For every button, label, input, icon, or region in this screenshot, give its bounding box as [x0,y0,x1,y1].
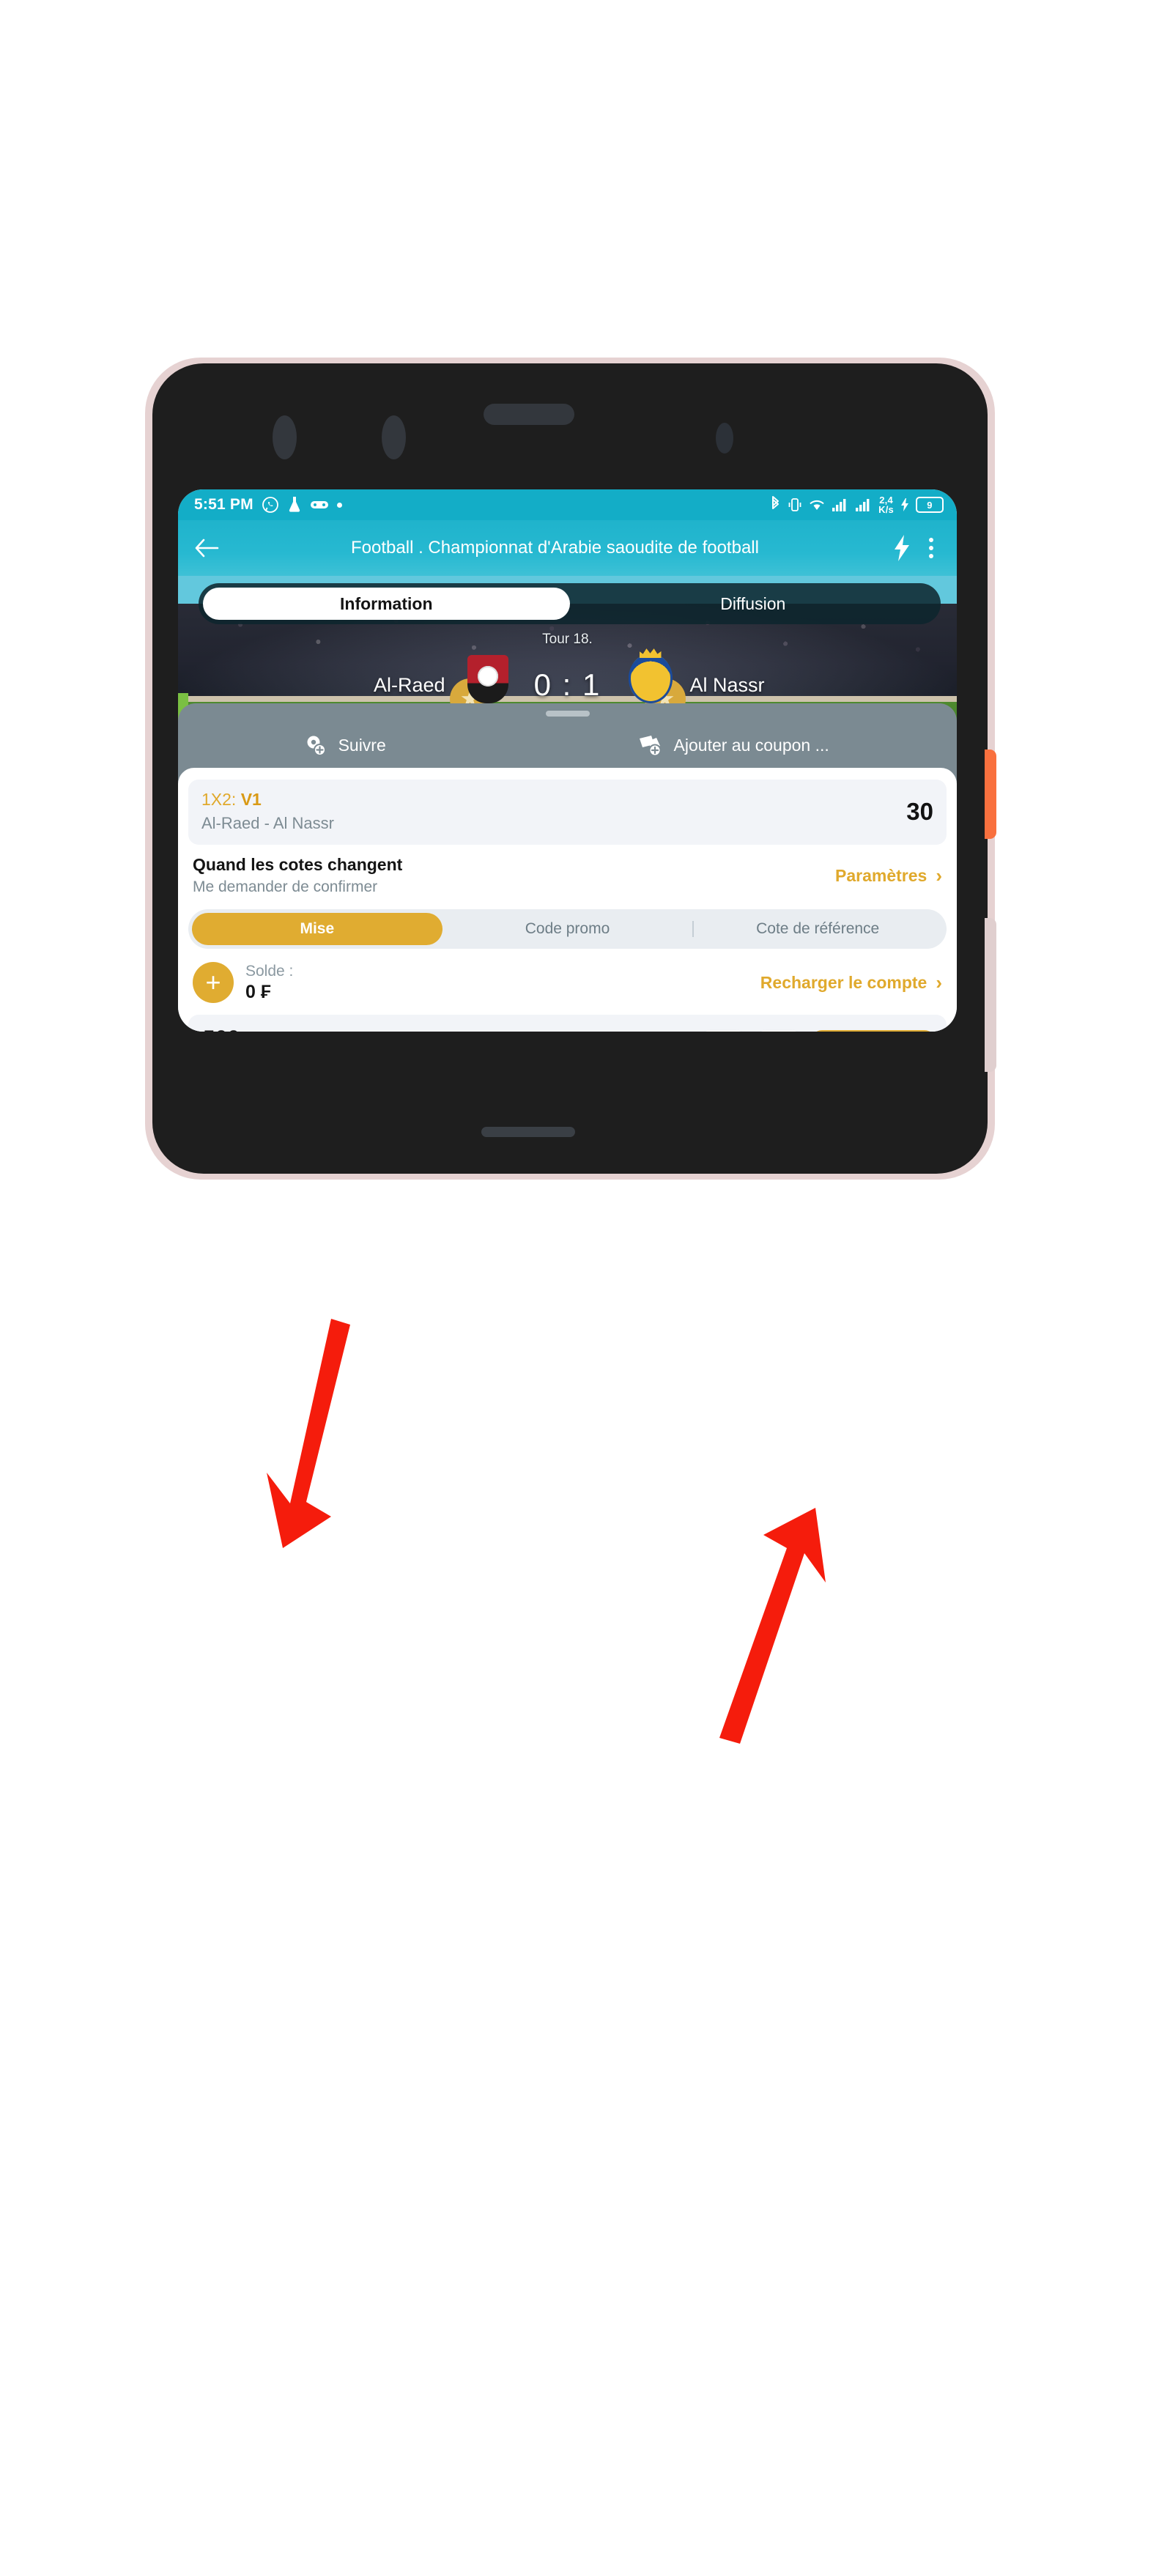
bet-mode-segmented-control: Mise Code promo Cote de référence [188,909,947,949]
tab-information[interactable]: Information [203,588,570,620]
battery-indicator: 9 [916,497,944,513]
follow-match-button[interactable]: Suivre [178,733,509,758]
odds-settings-label: Paramètres [835,865,927,885]
segment-code-promo[interactable]: Code promo [443,913,693,945]
whatsapp-icon [262,496,279,514]
stake-controls-row: De 90 ₣ à 452000 ₣ − + PARI [200,1025,935,1032]
tab-diffusion[interactable]: Diffusion [570,588,937,620]
plus-circle-icon[interactable]: + [193,962,234,1003]
odds-change-texts: Quand les cotes changent Me demander de … [193,855,402,896]
vibrate-icon [788,496,802,514]
sheet-action-bar: Suivre Ajouter au coupon ... [178,722,957,768]
topup-account-link[interactable]: Recharger le compte › [760,971,942,994]
network-speed-indicator: 2,4 K/s [878,495,894,514]
coupon-add-icon [637,733,665,758]
app-bar: Football . Championnat d'Arabie saoudite… [178,520,957,576]
selected-bet-info: 1X2: V1 Al-Raed - Al Nassr [201,790,334,833]
gamepad-icon [310,498,329,511]
status-bar: 5:51 PM 2,4 K/s 9 [178,489,957,520]
match-round-label: Tour 18. [542,632,593,647]
topup-label: Recharger le compte [760,972,927,992]
al-raed-crest-icon [467,655,508,703]
odds-change-title: Quand les cotes changent [193,855,403,874]
flask-icon [287,495,302,514]
place-bet-button[interactable]: PARI [812,1030,935,1032]
status-bar-clock: 5:51 PM [194,496,253,513]
stake-input[interactable] [200,1025,690,1032]
stake-field: De 90 ₣ à 452000 ₣ [200,1025,690,1032]
power-button[interactable] [985,750,996,839]
stake-decrement-button[interactable]: − [700,1030,746,1032]
add-to-coupon-button[interactable]: Ajouter au coupon ... [509,733,957,758]
match-score: 0 : 1 [533,667,601,702]
back-arrow-icon[interactable] [193,534,221,562]
dot-icon [336,502,342,508]
bet-bottom-sheet: Suivre Ajouter au coupon ... 1X2: V1 Al-… [178,703,957,1032]
screenshot-canvas: 5:51 PM 2,4 K/s 9 Football . Championnat… [0,0,1159,2576]
follow-label: Suivre [338,735,386,755]
section-tabs: Information Diffusion [199,583,941,624]
wifi-icon [808,497,826,512]
network-speed-unit: K/s [878,504,894,515]
charging-bolt-icon [900,497,910,512]
phone-screen: 5:51 PM 2,4 K/s 9 Football . Championnat… [178,489,957,1032]
bet-slip-panel: 1X2: V1 Al-Raed - Al Nassr 30 Quand les … [178,768,957,1032]
arrow-to-stake-input [267,1319,350,1548]
earpiece-speaker [484,404,574,425]
odds-settings-link[interactable]: Paramètres › [835,865,942,887]
page-title: Football . Championnat d'Arabie saoudite… [351,538,759,558]
bet-market-label: 1X2: V1 [201,790,334,810]
balance-value: 0 ₣ [245,981,271,1002]
al-nassr-crest-icon [628,654,673,703]
signal-sim1-icon [832,497,849,512]
kebab-menu-icon[interactable] [922,538,941,558]
stake-increment-button[interactable]: + [756,1030,801,1032]
stake-box: De 90 ₣ à 452000 ₣ − + PARI Somme totale… [188,1015,947,1032]
chevron-right-icon: › [936,864,942,887]
front-camera-lens-1 [273,415,297,459]
selected-bet-card[interactable]: 1X2: V1 Al-Raed - Al Nassr 30 [188,780,947,845]
balance-row: + Solde : 0 ₣ Recharger le compte › [178,949,957,1010]
front-camera-lens-2 [382,415,406,459]
away-team-name: Al Nassr [689,673,765,696]
lightning-icon[interactable] [889,533,914,563]
bet-teams-label: Al-Raed - Al Nassr [201,814,334,832]
follow-add-icon [302,733,330,758]
proximity-sensor [716,423,733,454]
battery-level-label: 9 [927,499,933,511]
home-team-name: Al-Raed [373,673,445,696]
segment-cote-de-reference[interactable]: Cote de référence [692,913,943,945]
volume-rocker-button[interactable] [985,918,996,1072]
balance-texts: Solde : 0 ₣ [245,963,749,1003]
bet-market-prefix: 1X2: [201,790,241,809]
segment-mise[interactable]: Mise [192,913,443,945]
bet-market-selection: V1 [240,790,262,809]
odds-change-row: Quand les cotes changent Me demander de … [178,845,957,902]
sheet-drag-handle[interactable] [545,711,590,717]
odds-change-subtitle: Me demander de confirmer [193,878,378,895]
bet-odd-value: 30 [906,797,933,825]
add-to-coupon-label: Ajouter au coupon ... [673,735,829,755]
signal-sim2-icon [855,497,873,512]
chevron-right-icon: › [936,971,942,993]
arrow-to-place-bet-button [719,1508,826,1744]
bottom-speaker-grille [481,1127,575,1137]
bluetooth-icon [769,495,782,514]
balance-label: Solde : [245,962,294,980]
